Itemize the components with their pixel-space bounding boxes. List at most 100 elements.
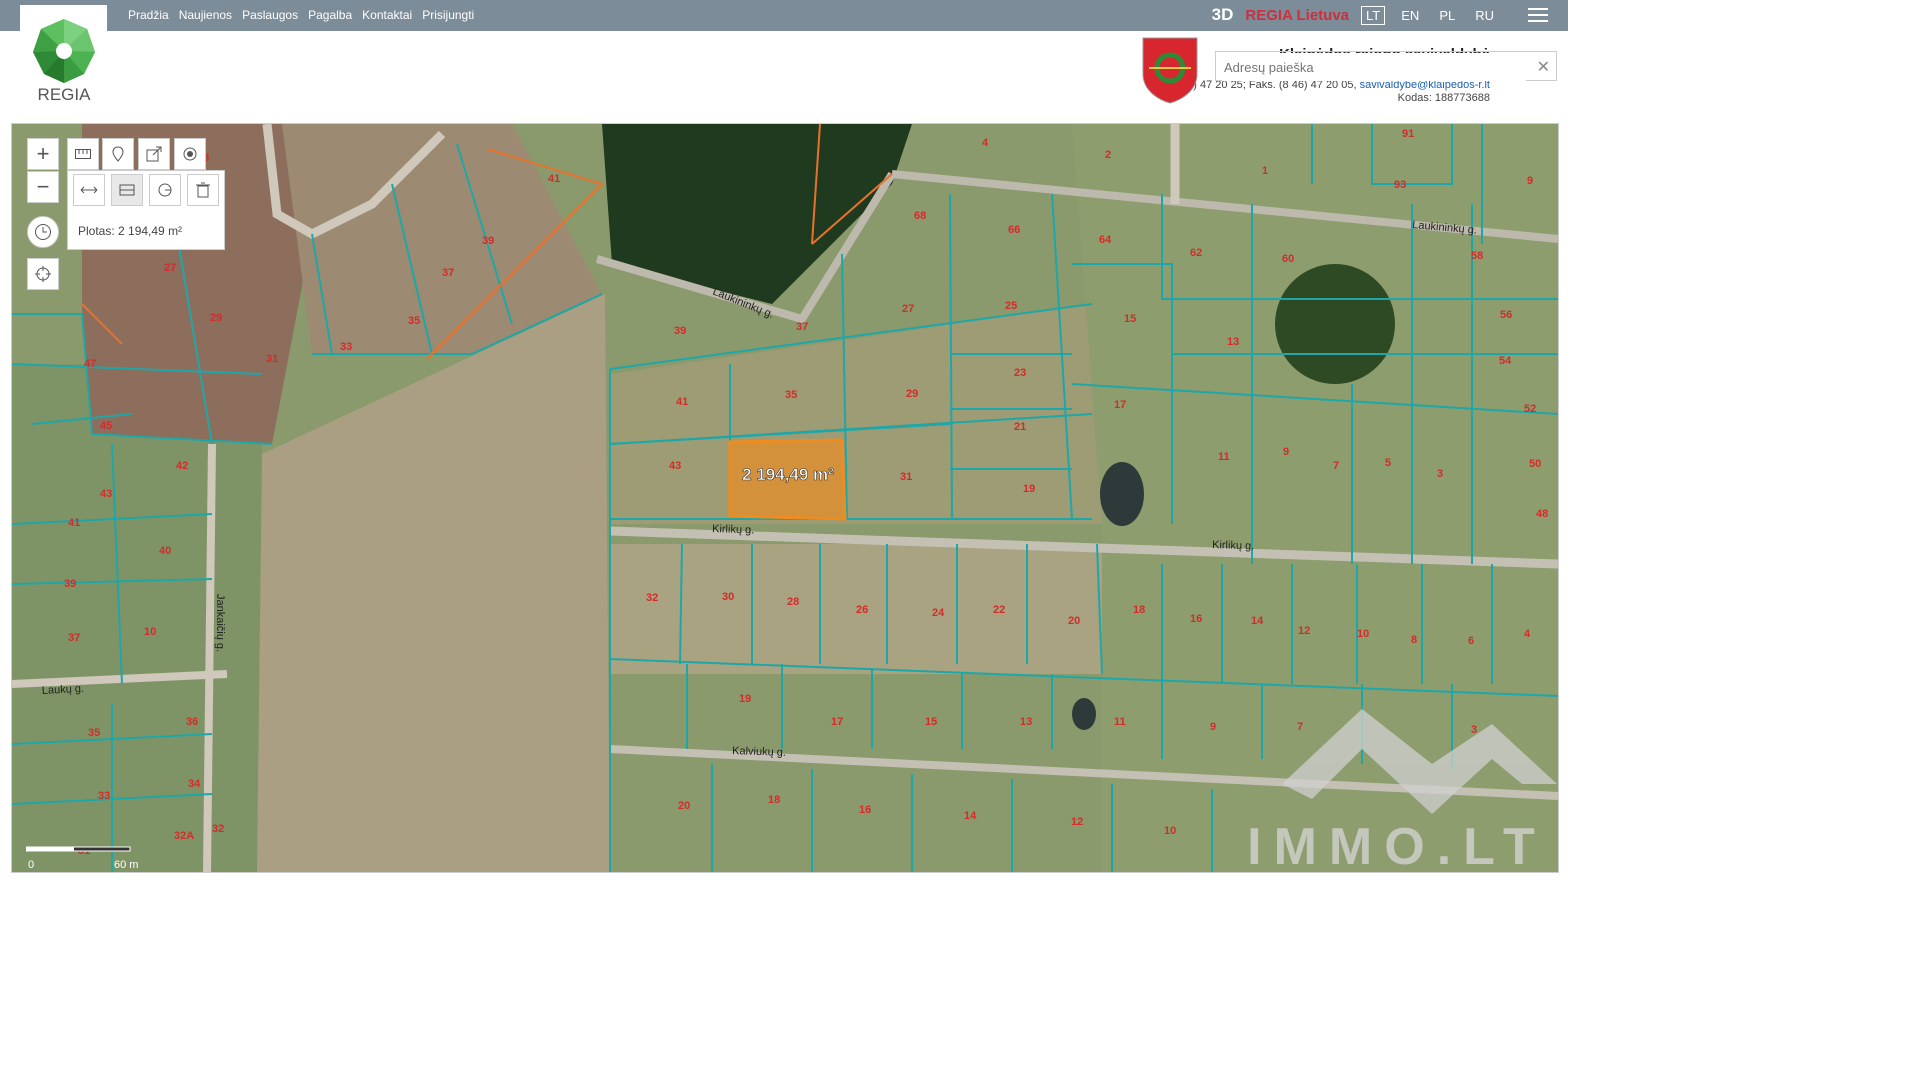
- lot-number-19: 19: [739, 693, 751, 705]
- street-label-kirliku-east: Kirlikų g.: [1212, 539, 1255, 552]
- lot-number-58: 58: [1471, 250, 1483, 262]
- lot-number-10: 10: [1357, 628, 1369, 640]
- nav-pagalba[interactable]: Pagalba: [308, 8, 352, 22]
- measure-distance-icon[interactable]: [67, 138, 99, 170]
- map-scale: 0 60 m: [25, 845, 146, 871]
- lot-number-14: 14: [1251, 615, 1264, 627]
- lot-number-5: 5: [1385, 457, 1391, 469]
- regia-lietuva-link[interactable]: REGIA Lietuva: [1245, 7, 1349, 24]
- lot-number-32: 32: [646, 592, 658, 604]
- share-icon[interactable]: [138, 138, 170, 170]
- lot-number-37: 37: [796, 321, 808, 333]
- lot-number-60: 60: [1282, 253, 1294, 265]
- regia-logo[interactable]: REGIA: [20, 5, 107, 117]
- lot-number-12: 12: [1298, 625, 1310, 637]
- lot-number-41: 41: [68, 517, 80, 529]
- lot-number-7: 7: [1297, 721, 1303, 733]
- lot-number-29: 29: [210, 312, 222, 324]
- lot-number-32A: 32A: [174, 830, 194, 842]
- lang-lt[interactable]: LT: [1361, 5, 1386, 25]
- lot-number-41: 41: [676, 396, 688, 408]
- lot-number-7: 7: [1333, 460, 1339, 472]
- lot-number-54: 54: [1499, 355, 1512, 367]
- clear-search-icon[interactable]: ✕: [1537, 57, 1550, 77]
- mode-3d-button[interactable]: 3D: [1212, 5, 1234, 25]
- lot-number-22: 22: [993, 604, 1005, 616]
- lot-number-27: 27: [164, 262, 176, 274]
- lot-number-19: 19: [1023, 483, 1035, 495]
- lot-number-39: 39: [674, 325, 686, 337]
- lot-number-26: 26: [856, 604, 868, 616]
- nav-pradzia[interactable]: Pradžia: [128, 8, 169, 22]
- lot-number-35: 35: [88, 727, 100, 739]
- map-marker-icon[interactable]: [102, 138, 134, 170]
- hamburger-menu-icon[interactable]: [1528, 8, 1548, 22]
- lang-en[interactable]: EN: [1397, 7, 1423, 24]
- lot-number-39: 39: [64, 578, 76, 590]
- lot-number-15: 15: [925, 716, 937, 728]
- lot-number-18: 18: [768, 794, 780, 806]
- lot-number-8: 8: [1411, 634, 1417, 646]
- nav-prisijungti[interactable]: Prisijungti: [422, 8, 474, 22]
- lot-number-31: 31: [900, 471, 912, 483]
- lot-number-4: 4: [982, 137, 989, 149]
- watermark-text: IMMO.LT: [1247, 818, 1547, 872]
- lot-number-30: 30: [722, 591, 734, 603]
- lot-number-9: 9: [1210, 721, 1216, 733]
- lot-number-48: 48: [1536, 508, 1548, 520]
- lot-number-24: 24: [932, 607, 945, 619]
- lot-number-39: 39: [482, 235, 494, 247]
- nav-kontaktai[interactable]: Kontaktai: [362, 8, 412, 22]
- map-view[interactable]: 2 194,49 m² Laukininkų g. Laukininkų g. …: [11, 123, 1559, 873]
- lot-number-62: 62: [1190, 247, 1202, 259]
- municipality-code: Kodas: 188773688: [1397, 92, 1490, 104]
- lot-number-64: 64: [1099, 234, 1112, 246]
- lot-number-36: 36: [186, 716, 198, 728]
- lot-number-43: 43: [100, 488, 112, 500]
- lot-number-16: 16: [1190, 613, 1202, 625]
- lot-number-9: 9: [1283, 446, 1289, 458]
- address-search-input[interactable]: [1222, 53, 1526, 81]
- measure-radius-icon[interactable]: [149, 174, 181, 206]
- coat-of-arms-icon: [1141, 36, 1199, 109]
- zoom-in-button[interactable]: +: [27, 138, 59, 170]
- lang-pl[interactable]: PL: [1435, 7, 1459, 24]
- locate-target-icon[interactable]: [174, 138, 206, 170]
- lot-number-20: 20: [1068, 615, 1080, 627]
- lot-number-28: 28: [787, 596, 799, 608]
- lot-number-68: 68: [914, 210, 926, 222]
- lot-number-40: 40: [159, 545, 171, 557]
- lot-number-13: 13: [1227, 336, 1239, 348]
- nav-naujienos[interactable]: Naujienos: [179, 8, 232, 22]
- lot-number-11: 11: [1218, 451, 1230, 463]
- zoom-out-button[interactable]: −: [27, 171, 59, 203]
- top-bar: Pradžia Naujienos Paslaugos Pagalba Kont…: [0, 0, 1568, 31]
- lot-number-4: 4: [1524, 628, 1531, 640]
- crosshair-icon[interactable]: [27, 258, 59, 290]
- lot-number-52: 52: [1524, 403, 1536, 415]
- lot-number-13: 13: [1020, 716, 1032, 728]
- logo-text: REGIA: [38, 85, 92, 104]
- lot-number-10: 10: [144, 626, 156, 638]
- lot-number-56: 56: [1500, 309, 1512, 321]
- nav-paslaugos[interactable]: Paslaugos: [242, 8, 298, 22]
- lot-number-6: 6: [1468, 635, 1474, 647]
- lot-number-14: 14: [964, 810, 977, 822]
- tree-clump: [1275, 264, 1395, 384]
- lot-number-23: 23: [1014, 367, 1026, 379]
- lot-number-37: 37: [68, 632, 80, 644]
- lot-number-17: 17: [831, 716, 843, 728]
- lot-number-29: 29: [906, 388, 918, 400]
- measure-area-icon[interactable]: [111, 174, 143, 206]
- lang-ru[interactable]: RU: [1471, 7, 1498, 24]
- history-clock-icon[interactable]: [27, 216, 59, 248]
- lot-number-15: 15: [1124, 313, 1136, 325]
- lot-number-3: 3: [1471, 724, 1477, 736]
- lot-number-47: 47: [84, 358, 96, 370]
- lot-number-21: 21: [1014, 421, 1026, 433]
- lot-number-91: 91: [1402, 128, 1414, 140]
- measure-length-icon[interactable]: [73, 174, 105, 206]
- delete-icon[interactable]: [187, 174, 219, 206]
- lot-number-35: 35: [785, 389, 797, 401]
- lot-number-20: 20: [678, 800, 690, 812]
